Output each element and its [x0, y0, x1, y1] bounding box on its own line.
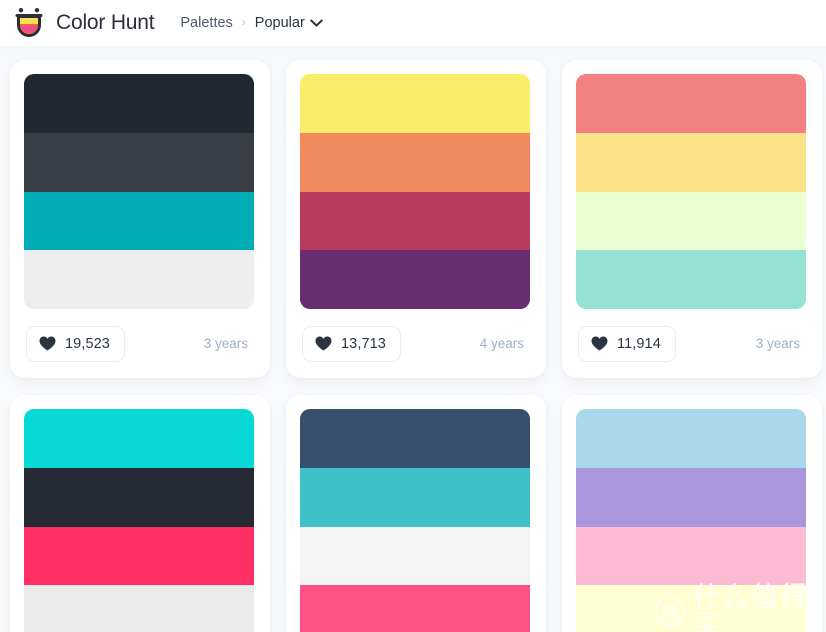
palette-swatches[interactable]: [24, 74, 254, 309]
palette-card[interactable]: 13,713 4 years: [286, 60, 546, 378]
palette-swatch[interactable]: [24, 74, 254, 133]
like-button[interactable]: 19,523: [26, 325, 125, 362]
breadcrumb-separator-icon: ›: [241, 14, 246, 29]
palette-swatch[interactable]: [300, 585, 530, 632]
color-hunt-app: Color Hunt Palettes › Popular 19,523 3 y…: [0, 0, 826, 632]
palette-card[interactable]: 11,914 3 years: [562, 60, 822, 378]
palette-swatch[interactable]: [24, 132, 254, 192]
palette-swatch[interactable]: [300, 74, 530, 133]
palette-swatches[interactable]: [576, 409, 806, 632]
like-button[interactable]: 13,713: [302, 325, 401, 362]
chevron-down-icon[interactable]: [309, 15, 323, 31]
palette-card-footer: 11,914 3 years: [576, 309, 808, 378]
breadcrumb-item-palettes[interactable]: Palettes: [180, 15, 232, 31]
palette-swatch[interactable]: [576, 132, 806, 192]
palette-swatch[interactable]: [576, 467, 806, 527]
heart-icon: [315, 336, 332, 351]
palette-swatch[interactable]: [300, 467, 530, 527]
breadcrumb-current-label: Popular: [254, 14, 305, 31]
palette-swatch[interactable]: [300, 132, 530, 192]
site-header: Color Hunt Palettes › Popular: [0, 0, 826, 46]
palette-swatch[interactable]: [576, 250, 806, 309]
palette-swatch[interactable]: [24, 585, 254, 632]
palette-swatch[interactable]: [24, 191, 254, 251]
palette-grid: 19,523 3 years 13,713 4 years 11,914 3 y…: [0, 46, 826, 632]
palette-card[interactable]: [10, 395, 270, 632]
palette-card-footer: 13,713 4 years: [300, 309, 532, 378]
palette-swatch[interactable]: [24, 409, 254, 468]
palette-card[interactable]: [286, 395, 546, 632]
color-hunt-jar-logo[interactable]: [12, 6, 46, 40]
palette-swatch[interactable]: [576, 74, 806, 133]
like-count: 19,523: [65, 335, 110, 352]
breadcrumb-item-popular[interactable]: Popular: [255, 15, 323, 31]
palette-age: 3 years: [755, 336, 800, 351]
breadcrumb: Palettes › Popular: [180, 14, 323, 31]
palette-age: 3 years: [203, 336, 248, 351]
page-title: Color Hunt: [56, 11, 155, 34]
palette-card[interactable]: [562, 395, 822, 632]
palette-swatches[interactable]: [24, 409, 254, 632]
heart-icon: [591, 336, 608, 351]
palette-swatch[interactable]: [300, 191, 530, 251]
palette-swatch[interactable]: [576, 409, 806, 468]
palette-swatch[interactable]: [300, 250, 530, 309]
palette-card[interactable]: 19,523 3 years: [10, 60, 270, 378]
palette-swatch[interactable]: [24, 250, 254, 309]
palette-age: 4 years: [479, 336, 524, 351]
palette-swatches[interactable]: [576, 74, 806, 309]
palette-swatch[interactable]: [576, 585, 806, 632]
palette-swatch[interactable]: [576, 526, 806, 586]
palette-swatch[interactable]: [24, 467, 254, 527]
jar-logo-svg: [15, 8, 43, 37]
palette-swatch[interactable]: [24, 526, 254, 586]
palette-swatch[interactable]: [576, 191, 806, 251]
palette-swatch[interactable]: [300, 409, 530, 468]
like-button[interactable]: 11,914: [578, 325, 676, 362]
heart-icon: [39, 336, 56, 351]
palette-swatches[interactable]: [300, 74, 530, 309]
palette-card-footer: 19,523 3 years: [24, 309, 256, 378]
palette-swatches[interactable]: [300, 409, 530, 632]
palette-swatch[interactable]: [300, 526, 530, 586]
like-count: 13,713: [341, 335, 386, 352]
like-count: 11,914: [617, 335, 661, 352]
